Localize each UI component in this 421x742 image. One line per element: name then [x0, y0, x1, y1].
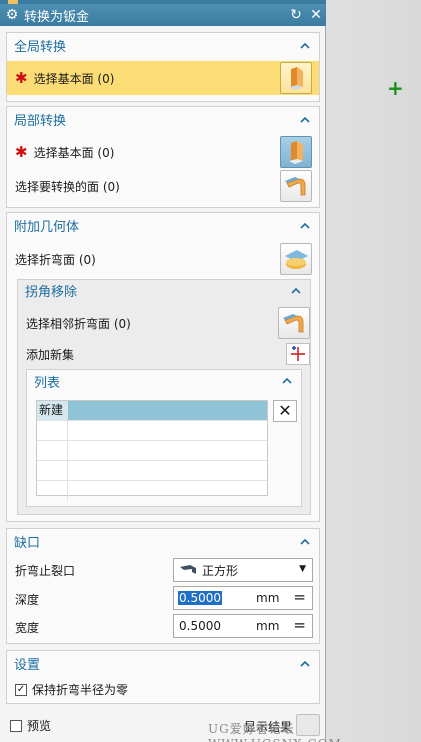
additional-geometry-header[interactable]: 附加几何体	[7, 213, 319, 237]
local-convert-group: 局部转换 ✱ 选择基本面 (0) 选择要转换的面 (0)	[6, 106, 320, 208]
width-input[interactable]: 0.5000 mm =	[173, 614, 313, 638]
select-convert-face-icon[interactable]	[280, 170, 312, 202]
select-adjacent-bend-icon[interactable]	[278, 307, 310, 339]
keep-bend-radius-row[interactable]: ✓ 保持折弯半径为零	[7, 677, 319, 701]
notch-header[interactable]: 缺口	[7, 529, 319, 553]
local-select-base-face-row[interactable]: ✱ 选择基本面 (0)	[7, 135, 319, 169]
watermark: UG爱好者论坛 WWW.UGSNX.COM	[208, 722, 341, 742]
add-new-set-icon[interactable]	[286, 343, 310, 365]
list-group: 列表 新建 ✕	[26, 369, 302, 507]
add-new-set-row: 添加新集	[18, 342, 310, 366]
select-bend-face-icon[interactable]	[280, 243, 312, 275]
chevron-up-icon[interactable]	[300, 41, 310, 51]
global-convert-group: 全局转换 ✱ 选择基本面 (0)	[6, 32, 320, 102]
select-bend-face-row[interactable]: 选择折弯面 (0)	[7, 242, 319, 276]
chevron-up-icon[interactable]	[291, 286, 301, 296]
chevron-up-icon[interactable]	[300, 537, 310, 547]
depth-input[interactable]: 0.5000 mm =	[173, 586, 313, 610]
table-row[interactable]	[37, 481, 267, 501]
global-select-base-face-row[interactable]: ✱ 选择基本面 (0)	[7, 61, 319, 95]
settings-group: 设置 ✓ 保持折弯半径为零	[6, 650, 320, 704]
dialog-title: 转换为钣金	[24, 9, 90, 25]
formula-equals-icon[interactable]: =	[293, 616, 306, 634]
select-face-icon[interactable]	[280, 62, 312, 94]
reset-icon[interactable]: ↻	[286, 7, 306, 23]
bend-relief-dropdown[interactable]: 正方形 ▼	[173, 558, 313, 582]
required-star-icon: ✱	[15, 69, 28, 87]
dropdown-arrow-icon: ▼	[299, 564, 306, 574]
global-convert-header[interactable]: 全局转换	[7, 33, 319, 57]
list-table: 新建	[36, 400, 268, 501]
chevron-up-icon[interactable]	[300, 221, 310, 231]
formula-equals-icon[interactable]: =	[293, 588, 306, 606]
gear-icon: ⚙	[5, 7, 19, 23]
select-adjacent-bend-row[interactable]: 选择相邻折弯面 (0)	[18, 306, 310, 340]
title-bar: ⚙ 转换为钣金 ↻ ✕	[0, 4, 326, 26]
notch-group: 缺口 折弯止裂口 正方形 ▼ 深度 0.5000 mm = 宽度 0.5000 …	[6, 528, 320, 644]
corner-removal-header[interactable]: 拐角移除	[18, 280, 310, 300]
chevron-up-icon[interactable]	[300, 115, 310, 125]
required-star-icon: ✱	[15, 143, 28, 161]
preview-checkbox[interactable]	[10, 720, 22, 732]
delete-icon[interactable]: ✕	[273, 400, 297, 422]
convert-to-sheetmetal-dialog: ⚙ 转换为钣金 ↻ ✕ 全局转换 ✱ 选择基本面 (0) 局部转换 ✱ 选择基本…	[0, 0, 326, 742]
chevron-up-icon[interactable]	[300, 659, 310, 669]
additional-geometry-group: 附加几何体 选择折弯面 (0) 拐角移除 选择相邻折弯面 (0) 添加新集 列表…	[6, 212, 320, 522]
table-row[interactable]	[37, 441, 267, 461]
table-row[interactable]	[37, 461, 267, 481]
local-convert-header[interactable]: 局部转换	[7, 107, 319, 131]
select-face-icon[interactable]	[280, 136, 312, 168]
origin-marker-icon: +	[387, 76, 404, 100]
square-relief-icon	[180, 565, 196, 574]
table-row[interactable]: 新建	[37, 401, 267, 421]
close-icon[interactable]: ✕	[306, 7, 326, 23]
list-header[interactable]: 列表	[27, 370, 301, 392]
keep-bend-radius-checkbox[interactable]: ✓	[15, 684, 27, 696]
settings-header[interactable]: 设置	[7, 651, 319, 675]
corner-removal-group: 拐角移除 选择相邻折弯面 (0) 添加新集 列表 新建 ✕	[17, 279, 311, 515]
table-row[interactable]	[37, 421, 267, 441]
local-select-convert-face-row[interactable]: 选择要转换的面 (0)	[7, 169, 319, 203]
chevron-up-icon[interactable]	[282, 376, 292, 386]
